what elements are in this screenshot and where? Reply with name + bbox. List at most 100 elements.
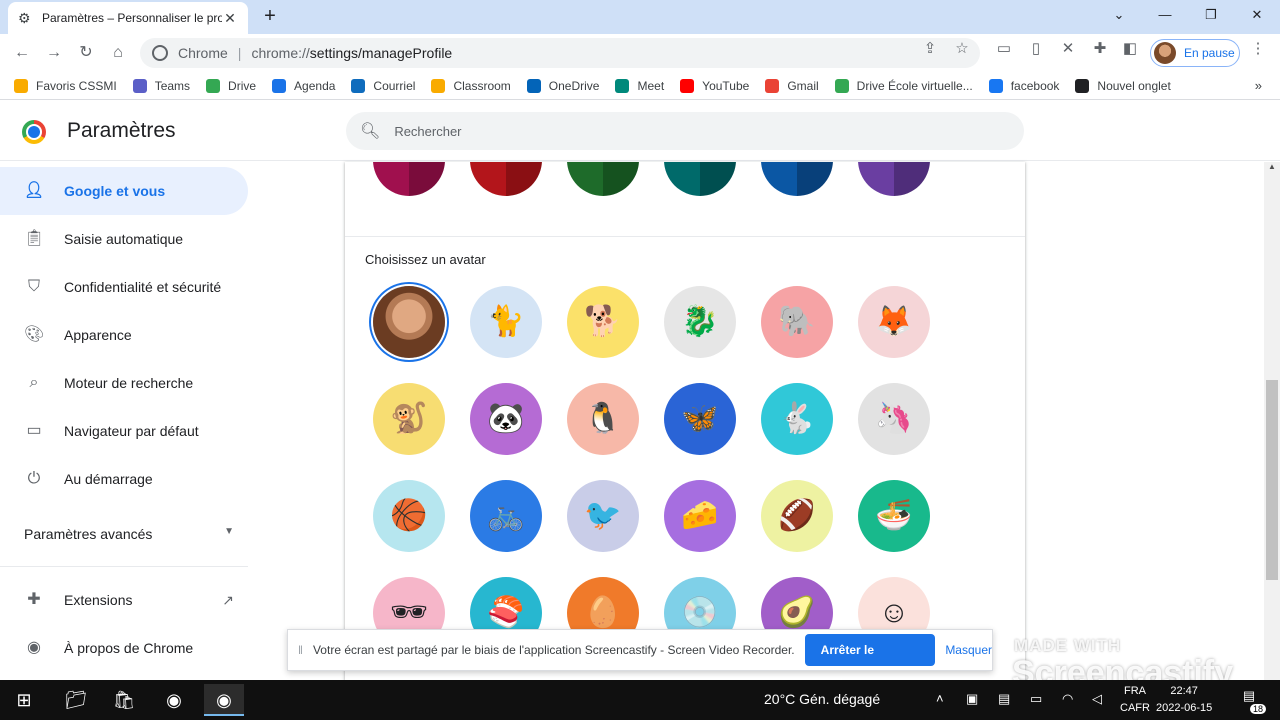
monkey-avatar[interactable]: 🐒: [373, 383, 445, 455]
side-panel-icon[interactable]: ◧: [1120, 39, 1140, 59]
hide-banner-button[interactable]: Masquer: [945, 643, 992, 657]
bookmark-label: Drive: [228, 78, 257, 93]
cat-avatar[interactable]: 🐈: [470, 286, 542, 358]
drag-grip-icon[interactable]: ‖: [298, 643, 303, 657]
bookmark-item[interactable]: Classroom: [431, 78, 511, 93]
sidebar-item-5[interactable]: ▭ Navigateur par défaut: [0, 407, 248, 455]
tray-chevron-icon[interactable]: ˄: [936, 691, 944, 706]
scrollbar-thumb[interactable]: [1266, 380, 1278, 580]
close-tab-icon[interactable]: ✕: [222, 10, 238, 27]
profile-pause-chip[interactable]: En pause: [1150, 39, 1240, 67]
windows-start-icon[interactable]: ⊞: [4, 684, 44, 716]
theme-color-swatch[interactable]: [761, 162, 833, 196]
bookmark-item[interactable]: Nouvel onglet: [1075, 78, 1171, 93]
theme-color-swatch[interactable]: [858, 162, 930, 196]
theme-color-swatch[interactable]: [567, 162, 639, 196]
basketball-avatar[interactable]: 🏀: [373, 480, 445, 552]
theme-color-swatch[interactable]: [470, 162, 542, 196]
battery-icon[interactable]: ▭: [1030, 691, 1042, 707]
sidebar-item-2[interactable]: ⛉ Confidentialité et sécurité: [0, 263, 248, 311]
sidebar-item-4[interactable]: ⌕ Moteur de recherche: [0, 359, 248, 407]
rabbit-avatar[interactable]: 🐇: [761, 383, 833, 455]
cast-icon[interactable]: ▭: [994, 39, 1014, 59]
bookmark-item[interactable]: YouTube: [680, 78, 749, 93]
elephant-avatar[interactable]: 🐘: [761, 286, 833, 358]
advanced-settings-toggle[interactable]: Paramètres avancés ▼: [24, 526, 234, 542]
bookmark-item[interactable]: OneDrive: [526, 78, 599, 93]
clock-time: 22:47: [1170, 685, 1198, 697]
unicorn-avatar[interactable]: 🦄: [858, 383, 930, 455]
bike-avatar[interactable]: 🚲: [470, 480, 542, 552]
sidebar-item-3[interactable]: 🎨︎ Apparence: [0, 311, 248, 359]
kebab-menu-icon[interactable]: ⋮: [1248, 39, 1268, 59]
bookmark-item[interactable]: facebook: [988, 78, 1059, 93]
bookmark-item[interactable]: Drive: [206, 78, 257, 93]
scroll-up-arrow-icon[interactable]: ▲: [1266, 162, 1278, 176]
cheese-avatar[interactable]: 🧀: [664, 480, 736, 552]
fox-avatar[interactable]: 🦊: [858, 286, 930, 358]
corgi-avatar[interactable]: 🐕: [567, 286, 639, 358]
bookmark-item[interactable]: Favoris CSSMI: [14, 78, 117, 93]
tab-settings[interactable]: ⚙ Paramètres – Personnaliser le pro ✕: [8, 2, 248, 34]
corgi-icon: 🐕: [584, 305, 622, 338]
tray-app2-icon[interactable]: ▤: [998, 691, 1010, 707]
input-language[interactable]: FRA CAFR: [1120, 683, 1150, 717]
sidebar-item-label: Au démarrage: [64, 471, 153, 487]
reload-icon[interactable]: ↻: [74, 41, 98, 65]
ramen-avatar[interactable]: 🍜: [858, 480, 930, 552]
minimize-button[interactable]: —: [1142, 0, 1188, 30]
chrome-taskbar-icon[interactable]: ◉: [154, 684, 194, 716]
forward-arrow-icon[interactable]: →: [42, 41, 66, 65]
notification-center-icon[interactable]: ▤ 18: [1238, 688, 1266, 714]
dragon-avatar[interactable]: 🐉: [664, 286, 736, 358]
bird-icon: 🐦: [584, 499, 622, 532]
bookmark-item[interactable]: Agenda: [272, 78, 335, 93]
notification-count: 18: [1249, 704, 1266, 714]
bookmark-item[interactable]: Teams: [132, 78, 190, 93]
chrome-active-taskbar-icon[interactable]: ◉: [204, 684, 244, 716]
back-arrow-icon[interactable]: ←: [10, 41, 34, 65]
restore-button[interactable]: ❐: [1188, 0, 1234, 30]
lang-line2: CAFR: [1120, 702, 1150, 714]
clock[interactable]: 22:47 2022-06-15: [1156, 683, 1212, 717]
bookmark-item[interactable]: Courriel: [351, 78, 415, 93]
home-icon[interactable]: ⌂: [106, 41, 130, 65]
new-tab-button[interactable]: +: [258, 5, 282, 29]
profile-status-text: En pause: [1184, 46, 1235, 60]
profile-photo-avatar[interactable]: [373, 286, 445, 358]
theme-color-swatch[interactable]: [664, 162, 736, 196]
mute-extension-icon[interactable]: ✕: [1058, 39, 1078, 59]
search-input[interactable]: [394, 123, 955, 139]
bookmark-item[interactable]: Gmail: [765, 78, 819, 93]
panda-avatar[interactable]: 🐼: [470, 383, 542, 455]
settings-search[interactable]: 🔍︎: [346, 112, 1024, 150]
tab-search-chevron-icon[interactable]: ⌄: [1096, 0, 1142, 30]
file-explorer-icon[interactable]: 📁︎: [56, 684, 96, 716]
address-bar[interactable]: Chrome | chrome://settings/manageProfile: [140, 38, 980, 68]
store-icon[interactable]: 🛍︎: [104, 684, 144, 716]
theme-color-swatch[interactable]: [373, 162, 445, 196]
tray-app-icon[interactable]: ▣: [966, 691, 978, 707]
sidebar-item-about[interactable]: ◉ À propos de Chrome: [0, 624, 248, 672]
bookmark-item[interactable]: Meet: [615, 78, 664, 93]
butterfly-avatar[interactable]: 🦋: [664, 383, 736, 455]
football-avatar[interactable]: 🏈: [761, 480, 833, 552]
volume-icon[interactable]: ◁: [1092, 691, 1102, 707]
bird-avatar[interactable]: 🐦: [567, 480, 639, 552]
weather-widget[interactable]: 20°C Gén. dégagé: [764, 691, 880, 707]
share-icon[interactable]: ⇪: [920, 39, 940, 59]
bookmark-item[interactable]: Drive École virtuelle...: [834, 78, 973, 93]
star-bookmark-icon[interactable]: ☆: [952, 39, 972, 59]
close-window-button[interactable]: ✕: [1234, 0, 1280, 30]
sidebar-item-0[interactable]: 👤︎ Google et vous: [0, 167, 248, 215]
more-bookmarks-icon[interactable]: »: [1255, 78, 1262, 93]
sidebar-item-1[interactable]: 📋︎ Saisie automatique: [0, 215, 248, 263]
reader-icon[interactable]: ▯: [1026, 39, 1046, 59]
sidebar-item-6[interactable]: ⏻ Au démarrage: [0, 455, 248, 503]
person-icon: 👤︎: [24, 182, 45, 199]
stop-sharing-button[interactable]: Arrêter le partage: [804, 634, 936, 689]
penguin-avatar[interactable]: 🐧: [567, 383, 639, 455]
extensions-puzzle-icon[interactable]: ✚: [1090, 39, 1110, 59]
sidebar-item-extensions[interactable]: ✚ Extensions ↗: [0, 576, 248, 624]
wifi-icon[interactable]: ◠: [1062, 691, 1073, 707]
